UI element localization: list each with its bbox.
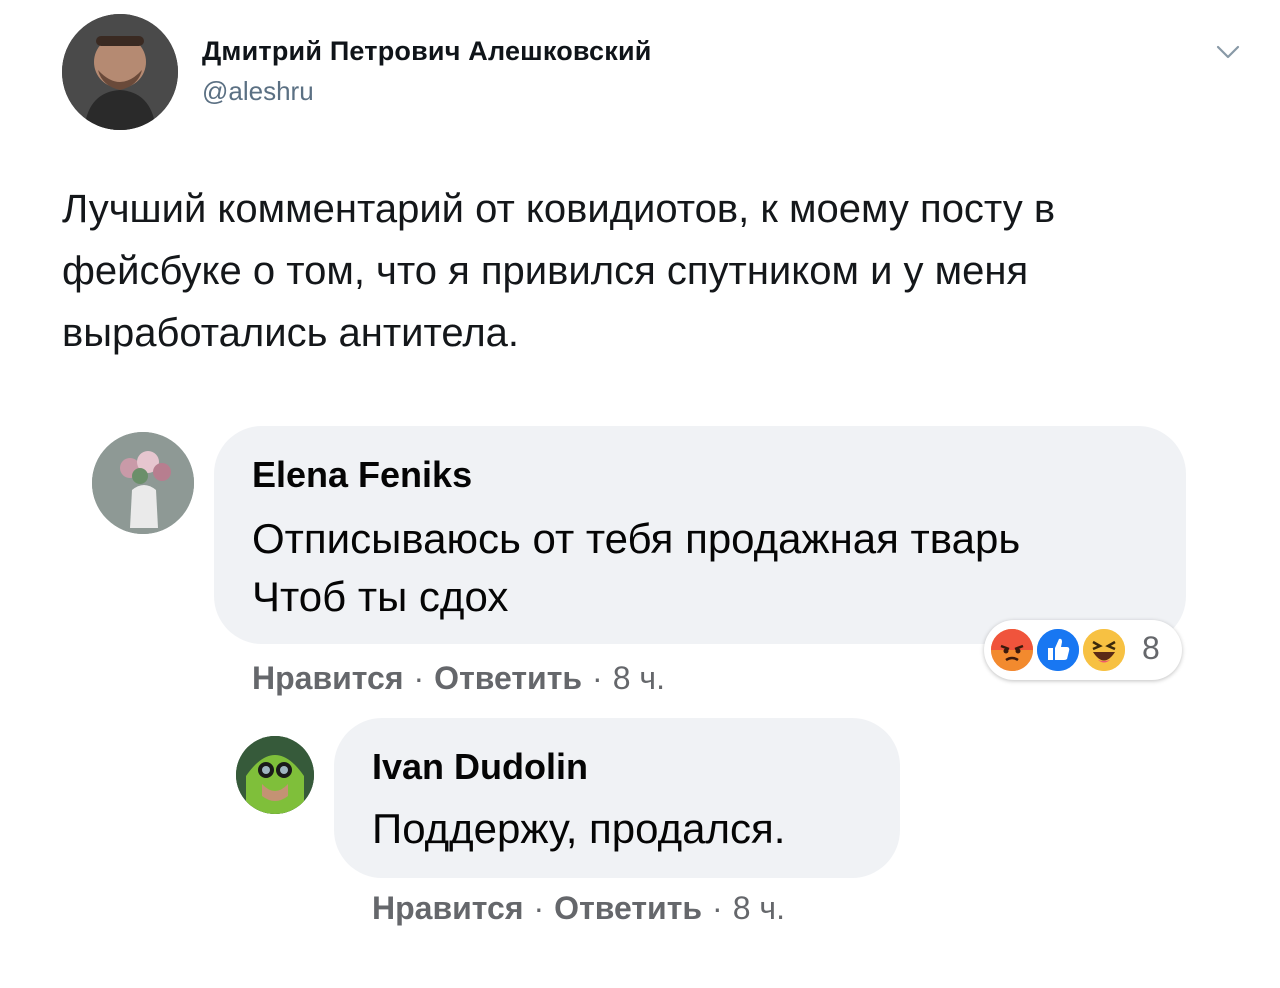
like-link[interactable]: Нравится xyxy=(372,890,524,926)
like-icon xyxy=(1034,626,1082,674)
comment-time[interactable]: 8 ч. xyxy=(733,890,785,926)
separator-dot: · xyxy=(533,890,545,926)
reactions-summary[interactable]: 8 xyxy=(984,620,1182,680)
author-display-name[interactable]: Дмитрий Петрович Алешковский xyxy=(202,36,652,67)
angry-icon xyxy=(988,626,1036,674)
comment-bubble-elena: Elena Feniks Отписываюсь от тебя продажн… xyxy=(214,426,1186,644)
comment-actions-ivan: Нравится · Ответить · 8 ч. xyxy=(372,890,785,927)
comment-text-line-1: Отписываюсь от тебя продажная тварь xyxy=(252,515,1021,562)
reaction-count: 8 xyxy=(1142,630,1160,666)
comment-actions-elena: Нравится · Ответить · 8 ч. xyxy=(252,660,665,697)
separator-dot: · xyxy=(592,660,603,696)
comment-author[interactable]: Ivan Dudolin xyxy=(372,746,588,788)
reply-link[interactable]: Ответить xyxy=(554,890,702,926)
separator-dot: · xyxy=(413,660,425,696)
chevron-down-icon[interactable] xyxy=(1214,38,1242,66)
comment-text-line-2: Чтоб ты сдох xyxy=(252,573,509,620)
commenter-avatar-ivan[interactable] xyxy=(236,736,314,814)
comment-author[interactable]: Elena Feniks xyxy=(252,454,472,496)
tweet-header: Дмитрий Петрович Алешковский @aleshru xyxy=(62,14,1252,134)
like-link[interactable]: Нравится xyxy=(252,660,404,696)
comment-time[interactable]: 8 ч. xyxy=(613,660,665,696)
haha-icon xyxy=(1080,626,1128,674)
separator-dot: · xyxy=(712,890,723,926)
commenter-avatar-elena[interactable] xyxy=(92,432,194,534)
reply-link[interactable]: Ответить xyxy=(434,660,582,696)
comment-text-line-1: Поддержу, продался. xyxy=(372,805,786,852)
tweet-text: Лучший комментарий от ковидиотов, к моем… xyxy=(62,187,1056,355)
author-avatar[interactable] xyxy=(62,14,178,130)
comment-bubble-ivan: Ivan Dudolin Поддержу, продался. xyxy=(334,718,900,878)
author-handle[interactable]: @aleshru xyxy=(202,76,314,107)
